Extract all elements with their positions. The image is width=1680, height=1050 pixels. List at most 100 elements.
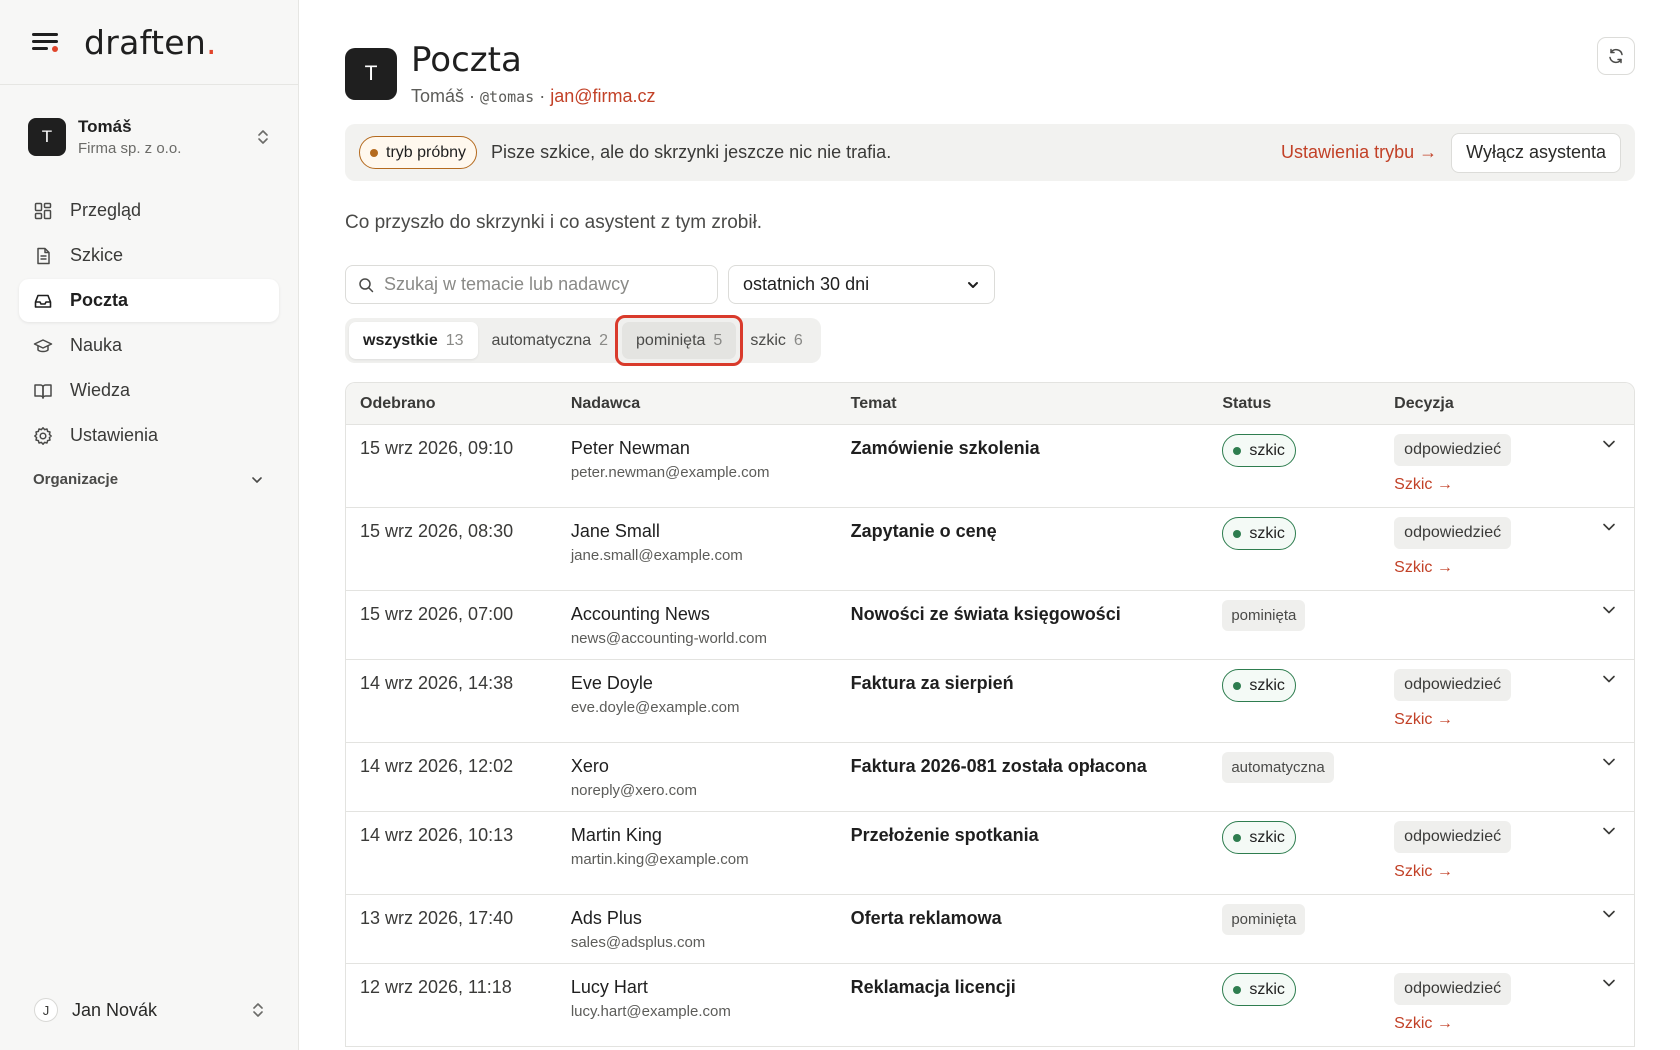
sidebar-item-przeglad[interactable]: Przegląd (19, 189, 279, 232)
account-switcher[interactable]: T Tomáš Firma sp. z o.o. (0, 85, 298, 189)
sidebar-item-szkice[interactable]: Szkice (19, 234, 279, 277)
expand-row-button[interactable] (1584, 591, 1634, 615)
table-row[interactable]: 12 wrz 2026, 11:18 Lucy Hart lucy.hart@e… (346, 964, 1634, 1047)
book-icon (33, 381, 53, 401)
disable-assistant-button[interactable]: Wyłącz asystenta (1451, 132, 1621, 173)
column-header-sender[interactable]: Nadawca (571, 395, 851, 413)
sidebar-item-poczta[interactable]: Poczta (19, 279, 279, 322)
sender-name: Accounting News (570, 604, 710, 624)
received-date: 14 wrz 2026, 10:13 (360, 825, 514, 845)
open-draft-link[interactable]: Szkic → (1394, 863, 1584, 881)
expand-row-button[interactable] (1584, 895, 1634, 919)
chevron-up-down-icon (253, 1003, 263, 1017)
filter-tab-all[interactable]: wszystkie 13 (349, 322, 478, 359)
logo[interactable]: draften. (84, 23, 217, 62)
table-row[interactable]: 13 wrz 2026, 17:40 Ads Plus sales@adsplu… (346, 895, 1634, 964)
expand-row-button[interactable] (1584, 743, 1634, 767)
organizations-toggle[interactable]: Organizacje (0, 471, 298, 488)
open-draft-link[interactable]: Szkic → (1394, 711, 1584, 729)
open-draft-link[interactable]: Szkic → (1394, 476, 1584, 494)
table-row[interactable]: 15 wrz 2026, 08:30 Jane Small jane.small… (346, 508, 1634, 591)
brand-bar: draften. (0, 0, 298, 85)
mailbox-email-link[interactable]: jan@firma.cz (550, 86, 655, 106)
sidebar-item-nauka[interactable]: Nauka (19, 324, 279, 367)
chevron-up-down-icon (258, 130, 268, 144)
document-icon (33, 246, 53, 266)
table-row[interactable]: 14 wrz 2026, 14:38 Eve Doyle eve.doyle@e… (346, 660, 1634, 743)
sidebar: draften. T Tomáš Firma sp. z o.o. Przegl… (0, 0, 299, 1050)
expand-row-button[interactable] (1584, 812, 1634, 836)
sender-name: Eve Doyle (570, 673, 653, 693)
status-badge: szkic (1222, 973, 1296, 1006)
sidebar-item-label: Wiedza (70, 380, 131, 400)
trial-mode-banner: tryb próbny Pisze szkice, ale do skrzynk… (345, 124, 1635, 181)
table-row[interactable]: 14 wrz 2026, 12:02 Xero noreply@xero.com… (346, 743, 1634, 812)
expand-row-button[interactable] (1584, 508, 1634, 532)
decision-tag: odpowiedzieć (1394, 517, 1512, 549)
received-date: 15 wrz 2026, 09:10 (360, 438, 514, 458)
refresh-icon (1609, 48, 1623, 64)
sidebar-item-wiedza[interactable]: Wiedza (19, 369, 279, 412)
menu-icon[interactable] (32, 31, 60, 53)
chevron-down-icon (1603, 910, 1615, 918)
column-header-received[interactable]: Odebrano (346, 395, 571, 413)
subject: Zamówienie szkolenia (850, 438, 1040, 458)
date-range-select[interactable]: ostatnich 30 dni (728, 265, 995, 304)
sender-name: Peter Newman (570, 438, 690, 458)
user-avatar: J (34, 998, 58, 1022)
decision-tag: odpowiedzieć (1394, 669, 1512, 701)
search-field[interactable] (345, 265, 718, 304)
table-header: Odebrano Nadawca Temat Status Decyzja (346, 383, 1634, 425)
status-badge: pominięta (1222, 904, 1306, 935)
expand-row-button[interactable] (1584, 660, 1634, 684)
refresh-button[interactable] (1597, 37, 1635, 75)
open-draft-link[interactable]: Szkic → (1394, 559, 1584, 577)
subject: Zapytanie o cenę (850, 521, 997, 541)
column-header-decision[interactable]: Decyzja (1394, 395, 1584, 413)
received-date: 13 wrz 2026, 17:40 (360, 908, 514, 928)
filter-tab-draft[interactable]: szkic 6 (736, 322, 816, 359)
status-filter-tabs: wszystkie 13 automatyczna 2 pominięta 5 szk… (345, 315, 821, 366)
open-draft-link[interactable]: Szkic → (1394, 1015, 1584, 1033)
table-row[interactable]: 15 wrz 2026, 09:10 Peter Newman peter.ne… (346, 425, 1634, 508)
search-icon (359, 277, 374, 292)
sender-name: Martin King (570, 825, 662, 845)
table-row[interactable]: 14 wrz 2026, 10:13 Martin King martin.ki… (346, 812, 1634, 895)
chevron-down-icon (1603, 606, 1615, 614)
date-range-value: ostatnich 30 dni (743, 274, 870, 294)
chevron-down-icon (1603, 827, 1615, 835)
search-input[interactable] (384, 274, 704, 295)
chevron-down-icon (1603, 440, 1615, 448)
expand-row-button[interactable] (1584, 425, 1634, 449)
organizations-label: Organizacje (33, 471, 119, 488)
chevron-down-icon (1603, 523, 1615, 531)
subject: Nowości ze świata księgowości (850, 604, 1121, 624)
status-badge: pominięta (1222, 600, 1306, 631)
table-row[interactable]: 15 wrz 2026, 07:00 Accounting News news@… (346, 591, 1634, 660)
status-badge: szkic (1222, 669, 1296, 702)
received-date: 14 wrz 2026, 12:02 (360, 756, 514, 776)
subject: Przełożenie spotkania (850, 825, 1039, 845)
mode-settings-link[interactable]: Ustawienia trybu → (1281, 142, 1437, 163)
filter-tab-automatic[interactable]: automatyczna 2 (478, 322, 623, 359)
decision-tag: odpowiedzieć (1394, 821, 1512, 853)
subject: Oferta reklamowa (850, 908, 1002, 928)
sidebar-item-ustawienia[interactable]: Ustawienia (19, 414, 279, 457)
user-menu[interactable]: J Jan Novák (0, 990, 299, 1030)
page-header: T Poczta Tomáš · @tomas · jan@firma.cz (345, 40, 656, 107)
expand-row-button[interactable] (1584, 964, 1634, 988)
column-header-subject[interactable]: Temat (851, 395, 1223, 413)
gear-icon (33, 426, 53, 446)
chevron-down-icon (1603, 758, 1615, 766)
sidebar-item-label: Nauka (70, 335, 123, 355)
filter-tab-skipped[interactable]: pominięta 5 (615, 315, 744, 366)
account-avatar: T (28, 118, 66, 156)
subject: Reklamacja licencji (850, 977, 1016, 997)
sidebar-item-label: Poczta (70, 290, 129, 310)
chevron-down-icon (968, 281, 978, 288)
sender-email: peter.newman@example.com (570, 464, 770, 481)
sender-email: lucy.hart@example.com (570, 1003, 731, 1020)
sender-email: sales@adsplus.com (570, 934, 706, 951)
mailbox-avatar: T (345, 48, 397, 100)
column-header-status[interactable]: Status (1222, 395, 1394, 413)
